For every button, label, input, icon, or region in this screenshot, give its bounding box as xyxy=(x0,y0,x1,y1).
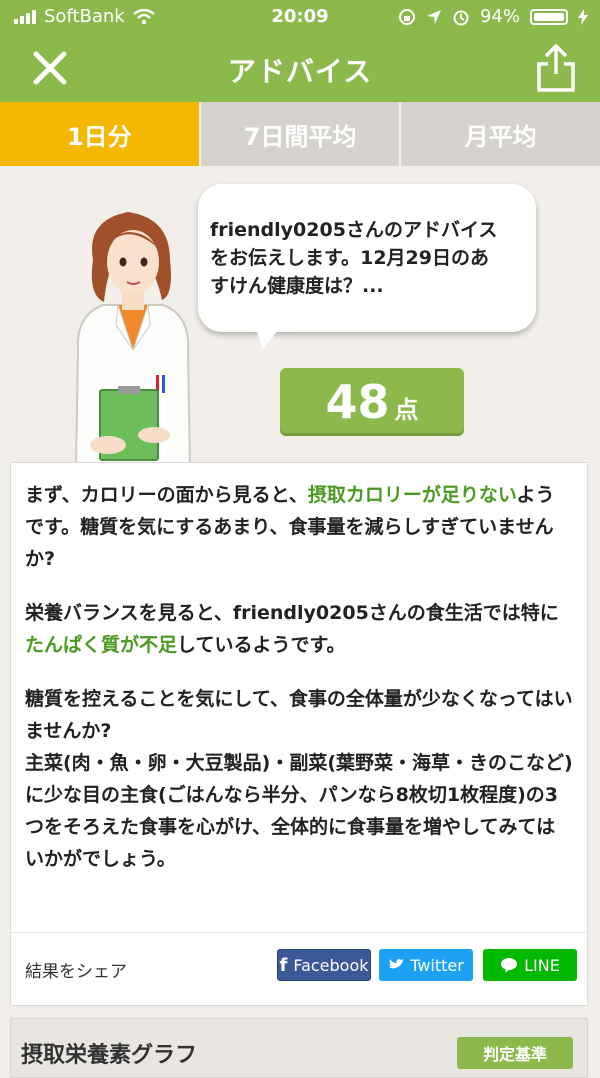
advisor-illustration xyxy=(74,212,192,465)
advice-text: まず、カロリーの面から見ると、 xyxy=(25,484,308,506)
advice-text: しているようです。 xyxy=(177,634,346,656)
battery-icon xyxy=(530,8,568,25)
battery-percent: 94% xyxy=(479,6,520,27)
twitter-bird-icon xyxy=(389,959,404,969)
line-chat-icon xyxy=(501,958,518,973)
line-label: LINE xyxy=(524,955,560,975)
location-icon xyxy=(426,9,441,24)
criteria-button[interactable]: 判定基準 xyxy=(457,1037,573,1069)
bubble-line-2: をお伝えします。12月29日のあ xyxy=(210,247,489,269)
score-unit: 点 xyxy=(394,396,419,424)
advice-highlight: たんぱく質が不足 xyxy=(25,634,178,656)
orientation-lock-icon xyxy=(398,8,415,25)
share-row: 結果をシェア f Facebook Twitter LINE xyxy=(11,932,587,1005)
facebook-icon: f xyxy=(279,954,288,976)
advice-card: まず、カロリーの面から見ると、摂取カロリーが足りないようです。糖質を気にするあま… xyxy=(10,462,588,1006)
advice-text: 栄養バランスを見ると、friendly0205さんの食生活では特に xyxy=(25,602,559,624)
advice-paragraph-2: 栄養バランスを見ると、friendly0205さんの食生活では特にたんぱく質が不… xyxy=(25,597,573,661)
tab-7day-average[interactable]: 7日間平均 xyxy=(198,102,400,166)
page-title: アドバイス xyxy=(227,55,373,88)
advice-highlight: 摂取カロリーが足りない xyxy=(307,484,517,506)
period-tabs: 1日分 7日間平均 月平均 xyxy=(0,102,600,166)
advice-speech-bubble: friendly0205さんのアドバイス をお伝えします。12月29日のあ すけ… xyxy=(198,184,536,332)
charging-icon xyxy=(578,8,588,25)
nutrient-graph-section: 摂取栄養素グラフ 判定基準 xyxy=(10,1018,588,1078)
nav-bar: アドバイス xyxy=(0,34,600,102)
facebook-share-button[interactable]: f Facebook xyxy=(277,949,371,981)
tab-1day[interactable]: 1日分 xyxy=(0,102,199,166)
advice-paragraph-1: まず、カロリーの面から見ると、摂取カロリーが足りないようです。糖質を気にするあま… xyxy=(25,479,573,575)
tab-monthly-average[interactable]: 月平均 xyxy=(399,102,600,166)
twitter-label: Twitter xyxy=(410,955,464,975)
twitter-share-button[interactable]: Twitter xyxy=(379,949,473,981)
health-score-badge: 48 点 xyxy=(280,368,464,436)
advice-paragraph-3: 糖質を控えることを気にして、食事の全体量が少なくなってはいませんか? xyxy=(25,688,573,742)
bubble-line-3: すけん健康度は？... xyxy=(210,275,384,297)
advice-paragraph-4: 主菜(肉・魚・卵・大豆製品)・副菜(葉野菜・海草・きのこなど)に少な目の主食(ご… xyxy=(25,752,573,870)
share-icon[interactable] xyxy=(534,42,578,94)
alarm-icon xyxy=(453,10,469,25)
bubble-tail xyxy=(255,326,281,350)
nutrient-graph-title: 摂取栄養素グラフ xyxy=(21,1043,198,1068)
bubble-line-1: friendly0205さんのアドバイス xyxy=(210,219,498,241)
share-label: 結果をシェア xyxy=(25,962,127,982)
score-value: 48 xyxy=(325,375,390,429)
facebook-label: Facebook xyxy=(293,955,369,975)
line-share-button[interactable]: LINE xyxy=(483,949,577,981)
status-bar: SoftBank 20:09 94% xyxy=(0,0,600,34)
